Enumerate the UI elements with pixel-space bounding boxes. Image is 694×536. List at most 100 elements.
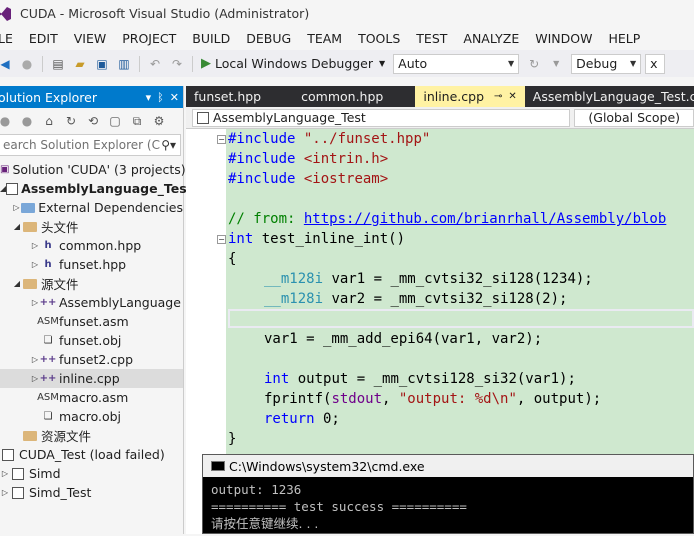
menu-build[interactable]: BUILD [184,31,238,46]
menu-test[interactable]: TEST [408,31,455,46]
tree-item-project[interactable]: ◢ AssemblyLanguage_Test [0,179,193,198]
tree-item-project[interactable]: ▷ Simd_Test [0,483,183,502]
forward-icon[interactable]: ● [18,55,36,73]
tree-item-file[interactable]: ▷ h common.hpp [0,236,183,255]
tab-assemblylanguage-test[interactable]: AssemblyLanguage_Test.cp [525,86,694,107]
history-icon[interactable]: ⟲ [84,112,102,130]
collapse-all-icon[interactable]: ▢ [106,112,124,130]
menu-window[interactable]: WINDOW [527,31,600,46]
solution-icon: ▣ [0,164,10,175]
project-dropdown[interactable]: AssemblyLanguage_Test [192,108,571,127]
tree-item-solution[interactable]: ▣ Solution 'CUDA' (3 projects) [0,160,186,179]
save-all-icon[interactable]: ▥ [115,55,133,73]
menu-file[interactable]: LE [0,31,21,46]
menu-help[interactable]: HELP [601,31,649,46]
tab-common-hpp[interactable]: common.hpp [293,86,391,107]
console-window[interactable]: C:\Windows\system32\cmd.exe output: 1236… [202,454,694,534]
obj-file-icon: ❏ [43,411,53,422]
menu-edit[interactable]: EDIT [21,31,66,46]
save-icon[interactable]: ▣ [93,55,111,73]
refresh-icon[interactable]: ↻ [525,55,543,73]
scope-dropdown[interactable]: (Global Scope) [574,108,694,127]
chevron-down-icon[interactable]: ▼ [547,55,565,73]
tree-item-label: 源文件 [41,277,79,292]
properties-icon[interactable]: ⚙ [150,112,168,130]
collapsed-icon[interactable]: ▷ [0,488,10,497]
tree-item-file[interactable]: ▷ ++ AssemblyLanguage [0,293,183,312]
open-file-icon[interactable]: ▰ [71,55,89,73]
tree-item-file[interactable]: ▷ h funset.hpp [0,255,183,274]
collapsed-icon[interactable]: ▷ [30,298,40,307]
code-line: var1 = _mm_add_epi64(var1, var2); [264,331,543,347]
back-icon[interactable]: ● [0,112,14,130]
project-icon [10,486,26,500]
current-line-highlight [228,309,694,328]
solution-explorer-search[interactable]: earch Solution Explorer (C ⚲▾ [0,134,181,156]
collapse-icon[interactable]: − [217,235,226,244]
project-dropdown-value: AssemblyLanguage_Test [213,110,366,125]
forward-icon[interactable]: ● [18,112,36,130]
cpp-file-icon: ++ [39,373,57,384]
redo-icon[interactable]: ↷ [168,55,186,73]
obj-file-icon: ❏ [43,335,53,346]
collapsed-icon[interactable]: ▷ [30,260,40,269]
collapsed-icon[interactable]: ▷ [12,203,21,212]
collapsed-icon[interactable]: ▷ [0,469,10,478]
header-file-icon: h [44,240,52,251]
menu-bar: LE EDIT VIEW PROJECT BUILD DEBUG TEAM TO… [0,27,694,50]
tree-item-file[interactable]: ❏ macro.obj [0,407,183,426]
undo-icon[interactable]: ↶ [146,55,164,73]
tree-item-file-selected[interactable]: ▷ ++ inline.cpp [0,369,183,388]
show-all-files-icon[interactable]: ⧉ [128,112,146,130]
tree-item-external-deps[interactable]: ▷ External Dependencies [0,198,183,217]
close-icon[interactable]: ✕ [170,91,179,104]
dropdown-icon[interactable]: ▾ [146,91,152,104]
github-link[interactable]: https://github.com/brianrhall/Assembly/b… [304,211,666,227]
folder-icon [22,429,38,443]
tab-inline-cpp[interactable]: inline.cpp ⊸ ✕ [415,86,525,107]
menu-project[interactable]: PROJECT [114,31,184,46]
back-icon[interactable]: ◀ [0,55,14,73]
sync-icon[interactable]: ↻ [62,112,80,130]
tree-item-resource-folder[interactable]: 资源文件 [0,426,183,445]
configuration-dropdown[interactable]: Debug ▼ [571,53,642,74]
tree-item-source-folder[interactable]: ◢ 源文件 [0,274,183,293]
expanded-icon[interactable]: ◢ [12,222,22,231]
folder-icon [22,277,38,291]
menu-view[interactable]: VIEW [66,31,115,46]
console-title-bar[interactable]: C:\Windows\system32\cmd.exe [203,455,693,477]
pin-icon[interactable]: ᛒ [157,91,164,104]
solution-platform-dropdown[interactable]: Auto ▼ [393,53,520,74]
play-icon: ▶ [201,56,211,71]
tree-item-file[interactable]: ❏ funset.obj [0,331,183,350]
pin-icon[interactable]: ⊸ [494,91,502,102]
menu-tools[interactable]: TOOLS [350,31,408,46]
tree-item-project[interactable]: ▷ Simd [0,464,183,483]
menu-analyze[interactable]: ANALYZE [455,31,527,46]
chevron-down-icon[interactable]: ▼ [379,59,385,68]
tree-item-file[interactable]: ▷ ++ funset2.cpp [0,350,183,369]
tab-funset-hpp[interactable]: funset.hpp [186,86,269,107]
collapsed-icon[interactable]: ▷ [30,374,40,383]
document-tabs: funset.hpp common.hpp inline.cpp ⊸ ✕ Ass… [186,86,694,107]
new-project-icon[interactable]: ▤ [49,55,67,73]
menu-debug[interactable]: DEBUG [238,31,299,46]
collapsed-icon[interactable]: ▷ [30,355,40,364]
console-line: ========== test success ========== [211,499,467,514]
tree-item-project[interactable]: CUDA_Test (load failed) [0,445,183,464]
close-icon[interactable]: ✕ [508,91,516,102]
tree-item-header-folder[interactable]: ◢ 头文件 [0,217,183,236]
expanded-icon[interactable]: ◢ [12,279,22,288]
collapsed-icon[interactable]: ▷ [30,241,40,250]
tree-item-label: common.hpp [59,238,142,253]
search-icon[interactable]: ⚲▾ [161,138,176,152]
search-input[interactable]: earch Solution Explorer (C [3,138,160,152]
start-debugging-button[interactable]: ▶ Local Windows Debugger ▼ [197,56,389,71]
tree-item-file[interactable]: ASM macro.asm [0,388,183,407]
platform-dropdown[interactable]: x [645,53,666,74]
home-icon[interactable]: ⌂ [40,112,58,130]
tree-item-label: AssemblyLanguage [59,295,181,310]
collapse-icon[interactable]: − [217,135,226,144]
menu-team[interactable]: TEAM [299,31,350,46]
tree-item-file[interactable]: ASM funset.asm [0,312,183,331]
